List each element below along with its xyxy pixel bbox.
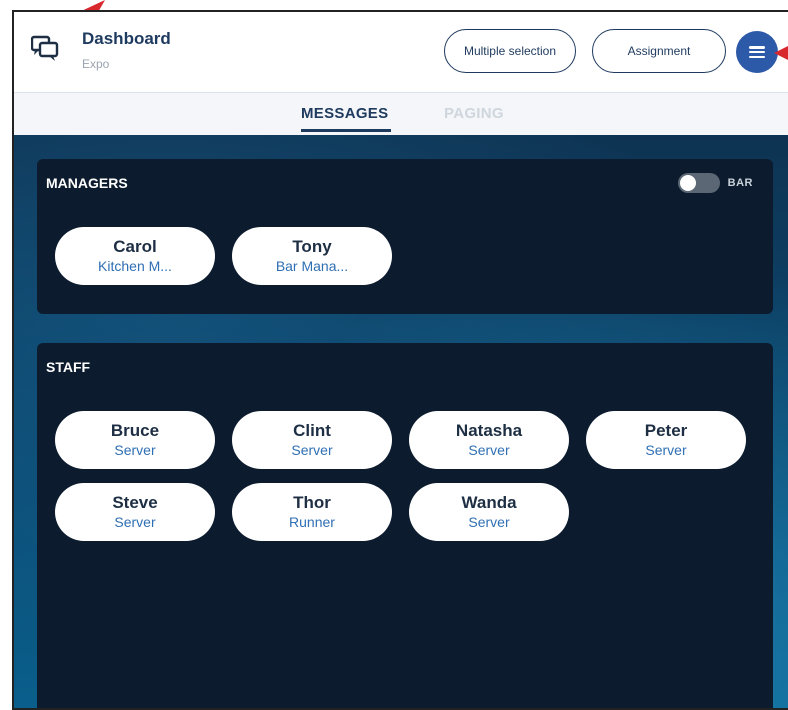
- person-name: Carol: [113, 237, 157, 256]
- person-name: Thor: [293, 493, 331, 512]
- person-card-thor[interactable]: Thor Runner: [232, 483, 392, 541]
- person-role: Server: [645, 442, 687, 458]
- hamburger-menu-icon: [749, 46, 765, 58]
- app-window: Dashboard Expo Multiple selection Assign…: [12, 10, 788, 710]
- staff-title: STAFF: [46, 359, 91, 375]
- active-tab-indicator: [301, 129, 391, 132]
- person-name: Peter: [644, 421, 688, 440]
- assignment-button[interactable]: Assignment: [592, 29, 726, 73]
- person-role: Runner: [289, 514, 335, 530]
- tab-messages[interactable]: MESSAGES: [301, 105, 388, 122]
- person-role: Server: [291, 442, 333, 458]
- person-role: Server: [468, 442, 510, 458]
- person-role: Kitchen M...: [98, 258, 172, 274]
- tab-paging[interactable]: PAGING: [444, 105, 504, 122]
- person-card-peter[interactable]: Peter Server: [586, 411, 746, 469]
- person-role: Server: [114, 514, 156, 530]
- tab-bar: MESSAGES PAGING: [14, 93, 788, 135]
- managers-title: MANAGERS: [46, 175, 128, 191]
- person-card-carol[interactable]: Carol Kitchen M...: [55, 227, 215, 285]
- header: Dashboard Expo Multiple selection Assign…: [14, 12, 788, 93]
- person-card-natasha[interactable]: Natasha Server: [409, 411, 569, 469]
- person-name: Steve: [112, 493, 158, 512]
- person-role: Server: [114, 442, 156, 458]
- person-card-clint[interactable]: Clint Server: [232, 411, 392, 469]
- person-card-tony[interactable]: Tony Bar Mana...: [232, 227, 392, 285]
- person-name: Wanda: [461, 493, 517, 512]
- content-area: MANAGERS BAR Carol Kitchen M... Tony Bar…: [14, 135, 788, 708]
- person-card-bruce[interactable]: Bruce Server: [55, 411, 215, 469]
- person-name: Tony: [292, 237, 332, 256]
- page-subtitle: Expo: [82, 57, 110, 71]
- managers-panel: MANAGERS BAR Carol Kitchen M... Tony Bar…: [37, 159, 773, 314]
- person-name: Natasha: [455, 421, 523, 440]
- page-title: Dashboard: [82, 29, 171, 48]
- person-card-wanda[interactable]: Wanda Server: [409, 483, 569, 541]
- bar-toggle[interactable]: [677, 173, 720, 193]
- person-name: Bruce: [110, 421, 160, 440]
- bar-toggle-group: BAR: [677, 173, 753, 193]
- person-role: Server: [468, 514, 510, 530]
- person-card-steve[interactable]: Steve Server: [55, 483, 215, 541]
- multiple-selection-button[interactable]: Multiple selection: [444, 29, 576, 73]
- person-role: Bar Mana...: [275, 258, 349, 274]
- annotation-arrow-icon: [774, 46, 788, 60]
- toggle-knob: [679, 175, 696, 191]
- chat-bubbles-logo-icon: [31, 35, 59, 61]
- bar-toggle-label: BAR: [727, 177, 753, 189]
- staff-panel: STAFF Bruce Server Clint Server Natasha …: [37, 343, 773, 708]
- menu-button[interactable]: [736, 31, 778, 73]
- person-name: Clint: [293, 421, 331, 440]
